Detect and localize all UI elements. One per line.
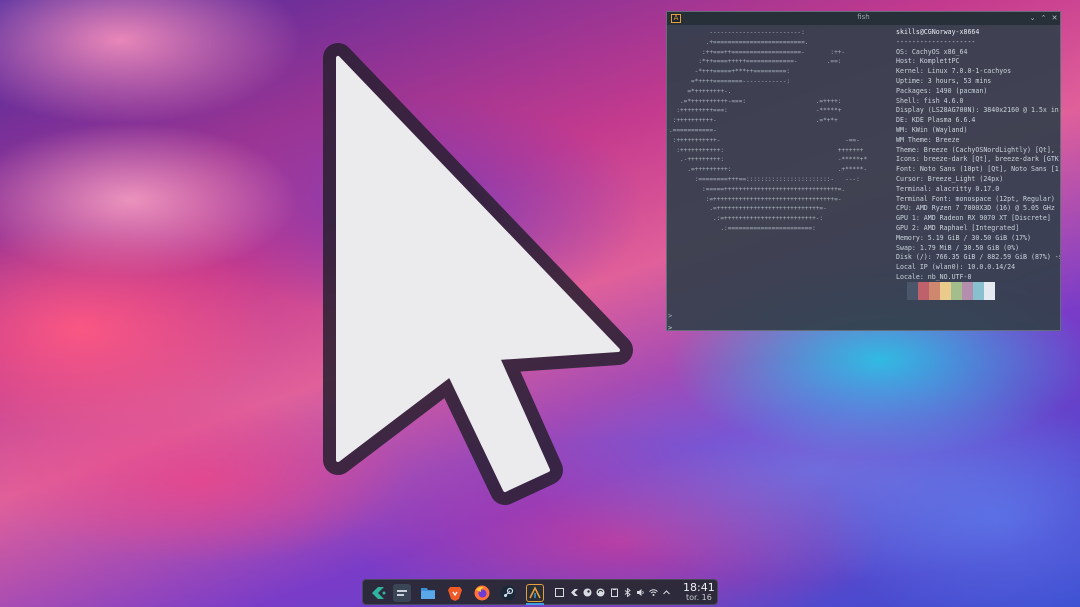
palette-swatch [940, 282, 951, 300]
info-line: Disk (/): 766.35 GiB / 882.59 GiB (87%) … [896, 253, 1060, 262]
active-window-indicator [526, 603, 544, 605]
info-line: Swap: 1.79 MiB / 30.50 GiB (0%) [896, 243, 1020, 252]
info-line: Display (LS28AG700N): 3840x2160 @ 1.5x i… [896, 106, 1059, 115]
info-line: WM Theme: Breeze [896, 135, 960, 144]
info-line: Kernel: Linux 7.0.0-1-cachyos [896, 67, 1012, 76]
steam-tray-icon[interactable] [583, 588, 592, 597]
terminal-content[interactable]: -------------------------: .+===========… [667, 25, 1060, 330]
info-line: Uptime: 3 hours, 53 mins [896, 76, 992, 85]
info-line: Memory: 5.19 GiB / 30.50 GiB (17%) [896, 233, 1031, 242]
terminal-title: fish [857, 13, 870, 21]
mouse-cursor-icon [323, 43, 633, 505]
palette-swatch [918, 282, 929, 300]
info-line: DE: KDE Plasma 6.6.4 [896, 116, 976, 125]
terminal-titlebar[interactable]: A fish ⌄ ⌃ ✕ [667, 12, 1060, 25]
info-line: Local IP (wlan0): 10.0.0.14/24 [896, 263, 1016, 272]
system-settings-icon[interactable] [393, 584, 411, 602]
palette-swatch [929, 282, 940, 300]
file-manager-icon[interactable] [419, 584, 437, 602]
info-line: WM: KWin (Wayland) [896, 125, 968, 134]
prompt-line[interactable]: > _ [668, 324, 681, 330]
palette-swatch [962, 282, 973, 300]
info-line: Icons: breeze-dark [Qt], breeze-dark [GT… [896, 155, 1060, 164]
info-user-host: skills@CGNorway-x8664 [896, 28, 980, 36]
minimize-icon[interactable]: ⌄ [1028, 14, 1037, 23]
clipboard-icon[interactable] [610, 588, 619, 597]
fastfetch-info: skills@CGNorway-x8664 -------------------… [896, 28, 1060, 283]
color-palette [907, 282, 995, 300]
info-line: Host: KomplettPC [896, 57, 960, 66]
sync-icon[interactable] [596, 588, 605, 597]
info-line: Theme: Breeze (CachyOSNordLightly) [Qt],… [896, 145, 1060, 154]
firefox-icon[interactable] [473, 584, 491, 602]
bluetooth-icon[interactable] [623, 587, 632, 598]
info-line: GPU 1: AMD Radeon RX 9070 XT [Discrete] [896, 214, 1051, 223]
info-line: Shell: fish 4.6.0 [896, 96, 964, 105]
cachyos-ascii-logo: -------------------------: .+===========… [669, 29, 868, 232]
info-line: Font: Noto Sans (10pt) [Qt], Noto Sans [… [896, 165, 1060, 174]
prompt-marker: > [668, 312, 673, 320]
terminal-icon[interactable] [526, 584, 544, 602]
terminal-window[interactable]: A fish ⌄ ⌃ ✕ -------------------------: … [666, 11, 1061, 331]
chevron-up-icon[interactable] [662, 588, 671, 597]
clock-date[interactable]: tor. 16 [686, 593, 712, 602]
palette-swatch [951, 282, 962, 300]
steam-icon[interactable] [499, 584, 517, 602]
info-line: GPU 2: AMD Raphael [Integrated] [896, 223, 1020, 232]
cachyos-launcher-icon[interactable] [369, 584, 387, 602]
palette-swatch [907, 282, 918, 300]
window-list-icon[interactable] [555, 588, 564, 597]
info-line: Cursor: Breeze_Light (24px) [896, 174, 1004, 183]
cachyos-tray-icon[interactable] [570, 588, 579, 597]
palette-swatch [973, 282, 984, 300]
network-icon[interactable] [649, 588, 658, 597]
close-icon[interactable]: ✕ [1050, 14, 1059, 23]
info-line: -------------------- [896, 37, 976, 46]
info-line: Packages: 1490 (pacman) [896, 86, 988, 95]
info-line: Terminal: alacritty 0.17.0 [896, 184, 1000, 193]
palette-swatch [984, 282, 995, 300]
maximize-icon[interactable]: ⌃ [1039, 14, 1048, 23]
info-line: OS: CachyOS x86_64 [896, 47, 968, 56]
info-line: Terminal Font: monospace (12pt, Regular) [896, 194, 1055, 203]
volume-icon[interactable] [636, 588, 645, 597]
info-line: CPU: AMD Ryzen 7 7800X3D (16) @ 5.05 GHz [896, 204, 1055, 213]
taskbar: 18:41 tor. 16 [362, 579, 718, 605]
brave-browser-icon[interactable] [446, 584, 464, 602]
